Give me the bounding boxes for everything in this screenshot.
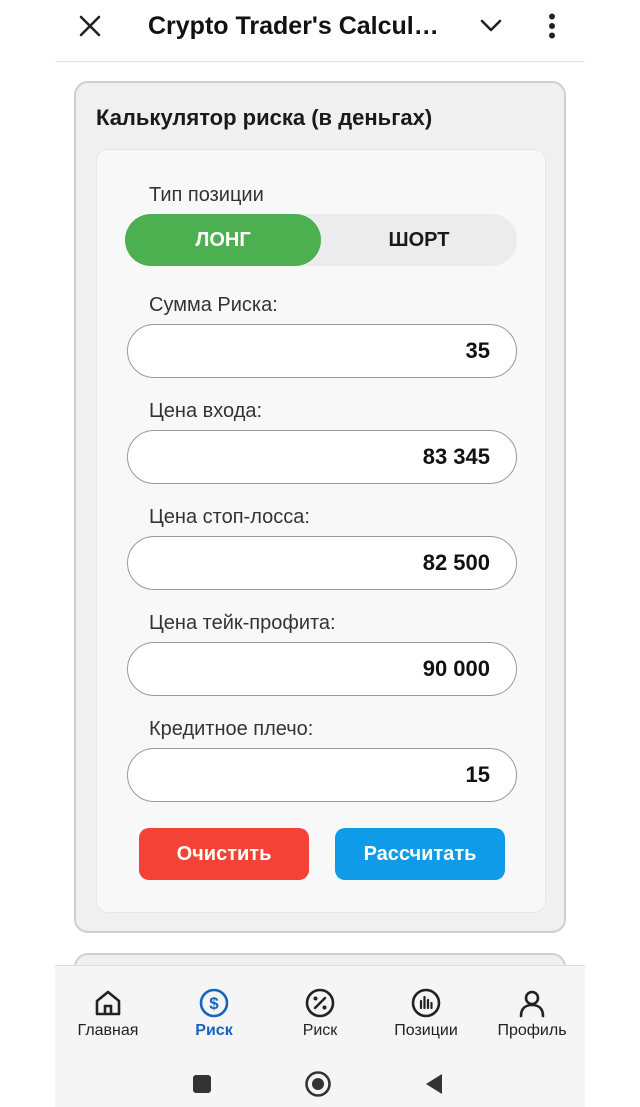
square-icon: [193, 1075, 211, 1093]
leverage-field: [127, 748, 517, 802]
app-bar: Crypto Trader's Calcula...: [0, 0, 640, 60]
take-profit-label: Цена тейк-профита:: [149, 612, 336, 634]
circle-icon: [305, 1071, 331, 1097]
nav-item-profile[interactable]: Профиль: [479, 966, 585, 1060]
position-type-toggle: ЛОНГ ШОРТ: [125, 214, 517, 266]
stop-loss-field: [127, 536, 517, 590]
short-option[interactable]: ШОРТ: [321, 214, 517, 266]
user-icon: [519, 990, 545, 1018]
clear-button[interactable]: Очистить: [139, 828, 309, 880]
chevron-down-icon: [480, 19, 502, 32]
risk-calculator-card: Калькулятор риска (в деньгах) Тип позици…: [74, 81, 566, 933]
take-profit-field: [127, 642, 517, 696]
back-triangle-icon: [426, 1074, 442, 1094]
risk-amount-input[interactable]: [128, 325, 516, 377]
header-divider: [55, 61, 585, 62]
more-vert-icon: [549, 13, 555, 39]
risk-amount-field: [127, 324, 517, 378]
svg-text:$: $: [209, 994, 219, 1013]
leverage-input[interactable]: [128, 749, 516, 801]
long-option[interactable]: ЛОНГ: [125, 214, 321, 266]
leverage-label: Кредитное плечо:: [149, 718, 314, 740]
nav-item-positions[interactable]: Позиции: [373, 966, 479, 1060]
percent-circle-icon: [305, 988, 335, 1018]
back-button[interactable]: [417, 1067, 451, 1101]
entry-price-input[interactable]: [128, 431, 516, 483]
calculate-button[interactable]: Рассчитать: [335, 828, 505, 880]
nav-item-label: Риск: [302, 1022, 338, 1039]
nav-item-label: Главная: [77, 1022, 139, 1039]
stop-loss-input[interactable]: [128, 537, 516, 589]
dropdown-button[interactable]: [468, 6, 514, 46]
risk-amount-label: Сумма Риска:: [149, 294, 278, 316]
nav-item-home[interactable]: Главная: [55, 966, 161, 1060]
recents-button[interactable]: [185, 1067, 219, 1101]
close-button[interactable]: [66, 6, 114, 46]
bottom-navigation: Главная $ Риск Риск Позиции Профиль: [55, 965, 585, 1059]
take-profit-input[interactable]: [128, 643, 516, 695]
home-system-button[interactable]: [301, 1067, 335, 1101]
home-icon: [95, 990, 121, 1016]
nav-item-label: Профиль: [497, 1022, 567, 1039]
entry-price-field: [127, 430, 517, 484]
overflow-menu-button[interactable]: [532, 6, 572, 46]
bar-chart-icon: [411, 988, 441, 1018]
stop-loss-label: Цена стоп-лосса:: [149, 506, 310, 528]
nav-item-label: Риск: [195, 1022, 233, 1039]
close-icon: [79, 15, 101, 37]
dollar-circle-icon: $: [199, 988, 229, 1018]
position-type-label: Тип позиции: [149, 184, 264, 206]
entry-price-label: Цена входа:: [149, 400, 263, 422]
nav-item-risk-percent[interactable]: Риск: [267, 966, 373, 1060]
nav-item-label: Позиции: [394, 1022, 458, 1039]
system-navigation-bar: [55, 1059, 585, 1107]
page-title: Crypto Trader's Calcula...: [148, 12, 448, 40]
nav-item-risk-money[interactable]: $ Риск: [161, 966, 267, 1060]
card-title: Калькулятор риска (в деньгах): [96, 105, 433, 130]
calculator-form: Тип позиции ЛОНГ ШОРТ Сумма Риска: Цена …: [96, 149, 546, 913]
